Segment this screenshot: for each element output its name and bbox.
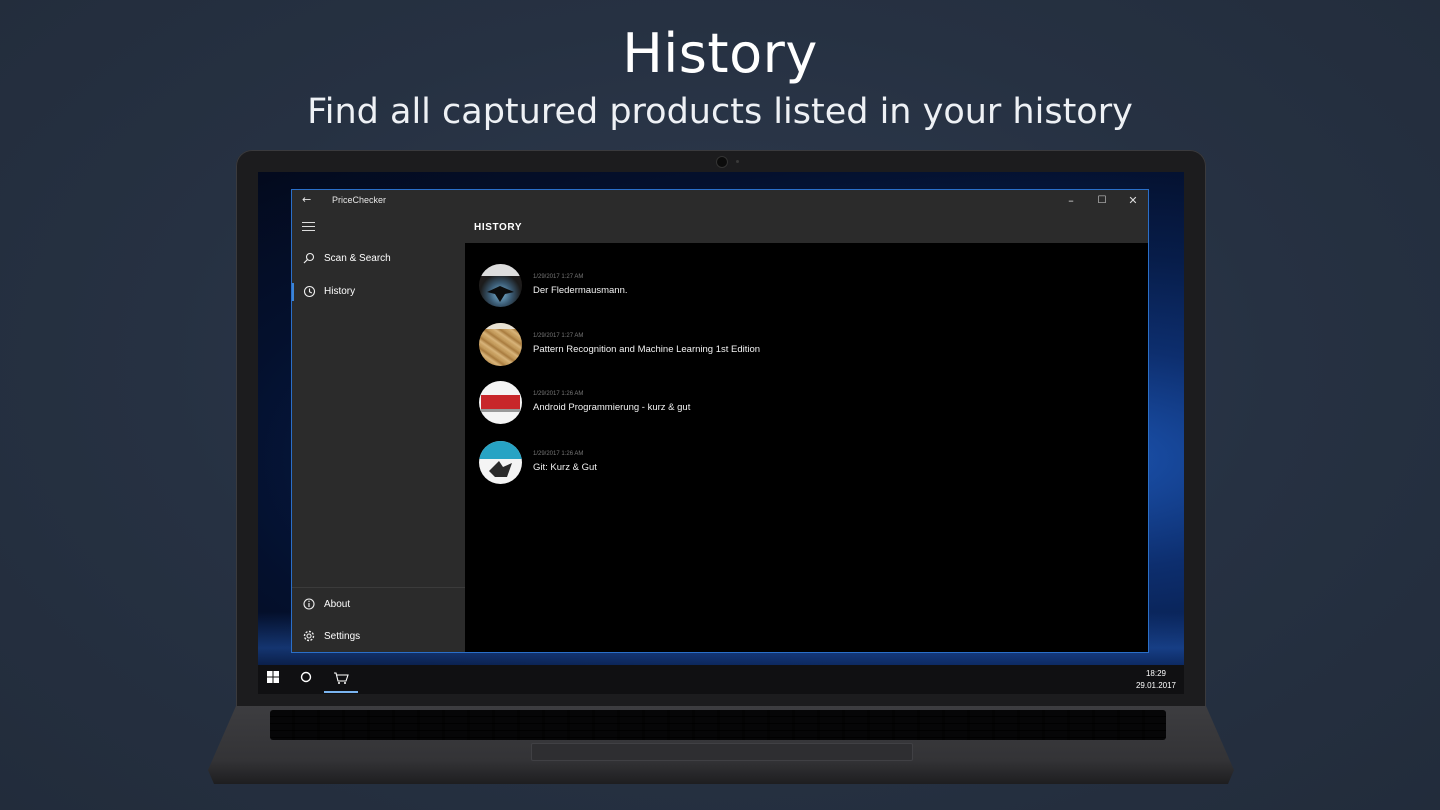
sidebar-item-settings[interactable]: Settings — [292, 621, 465, 653]
book-cover-thumbnail — [479, 323, 522, 366]
hamburger-menu-icon[interactable] — [302, 222, 315, 232]
history-date: 1/29/2017 1:27 AM — [533, 333, 584, 339]
history-item[interactable]: 1/29/2017 1:27 AM Der Fledermausmann. — [479, 264, 1079, 308]
app-header: HISTORY — [292, 212, 1148, 243]
history-item[interactable]: 1/29/2017 1:26 AM Android Programmierung… — [479, 381, 1079, 425]
app-title: PriceChecker — [332, 195, 387, 205]
sidebar-item-label: Settings — [324, 631, 361, 642]
sidebar-item-history[interactable]: History — [292, 276, 465, 308]
active-app-indicator — [324, 691, 358, 693]
history-list: 1/29/2017 1:27 AM Der Fledermausmann. 1/… — [465, 243, 1148, 652]
history-title: Pattern Recognition and Machine Learning… — [533, 344, 761, 355]
clock-date: 29.01.2017 — [1135, 681, 1176, 690]
laptop-keyboard — [270, 710, 1166, 740]
webcam-icon — [716, 156, 728, 168]
sidebar-item-label: History — [324, 286, 356, 297]
shopping-cart-icon[interactable] — [332, 671, 350, 689]
book-cover-thumbnail — [479, 441, 522, 484]
camera-indicator — [736, 160, 739, 163]
clock-time: 18:29 — [1145, 669, 1166, 678]
book-cover-thumbnail — [479, 264, 522, 307]
windows-start-icon[interactable] — [264, 671, 282, 689]
info-icon — [302, 598, 316, 612]
maximize-button[interactable]: ☐ — [1087, 192, 1117, 210]
windows-taskbar: 18:29 29.01.2017 — [258, 665, 1184, 694]
title-bar: ← PriceChecker – ☐ ✕ — [292, 190, 1148, 212]
hero-subtitle: Find all captured products listed in you… — [307, 92, 1133, 132]
book-cover-thumbnail — [479, 381, 522, 424]
history-date: 1/29/2017 1:27 AM — [533, 274, 584, 280]
close-button[interactable]: ✕ — [1118, 192, 1148, 210]
minimize-button[interactable]: – — [1056, 192, 1086, 210]
history-item[interactable]: 1/29/2017 1:26 AM Git: Kurz & Gut — [479, 441, 1079, 485]
hero-title: History — [622, 22, 818, 85]
history-title: Der Fledermausmann. — [533, 285, 628, 296]
history-item[interactable]: 1/29/2017 1:27 AM Pattern Recognition an… — [479, 323, 1079, 367]
history-icon — [302, 285, 316, 299]
sidebar-divider — [292, 587, 465, 588]
sidebar: Scan & Search History About Settings — [292, 243, 465, 652]
sidebar-item-about[interactable]: About — [292, 589, 465, 621]
history-date: 1/29/2017 1:26 AM — [533, 391, 584, 397]
app-window: ← PriceChecker – ☐ ✕ HISTORY Scan & Sear… — [291, 189, 1149, 653]
back-arrow-icon[interactable]: ← — [302, 193, 311, 206]
sidebar-item-label: Scan & Search — [324, 253, 391, 264]
sidebar-item-label: About — [324, 599, 351, 610]
history-title: Android Programmierung - kurz & gut — [533, 402, 691, 413]
search-icon — [302, 252, 316, 266]
history-date: 1/29/2017 1:26 AM — [533, 451, 584, 457]
gear-icon — [302, 630, 316, 644]
sidebar-item-scan-search[interactable]: Scan & Search — [292, 243, 465, 275]
cortana-icon[interactable] — [297, 671, 315, 689]
laptop-touchpad — [531, 743, 913, 761]
history-title: Git: Kurz & Gut — [533, 462, 597, 473]
page-title: HISTORY — [474, 222, 523, 233]
taskbar-clock[interactable]: 18:29 29.01.2017 — [1136, 668, 1176, 692]
